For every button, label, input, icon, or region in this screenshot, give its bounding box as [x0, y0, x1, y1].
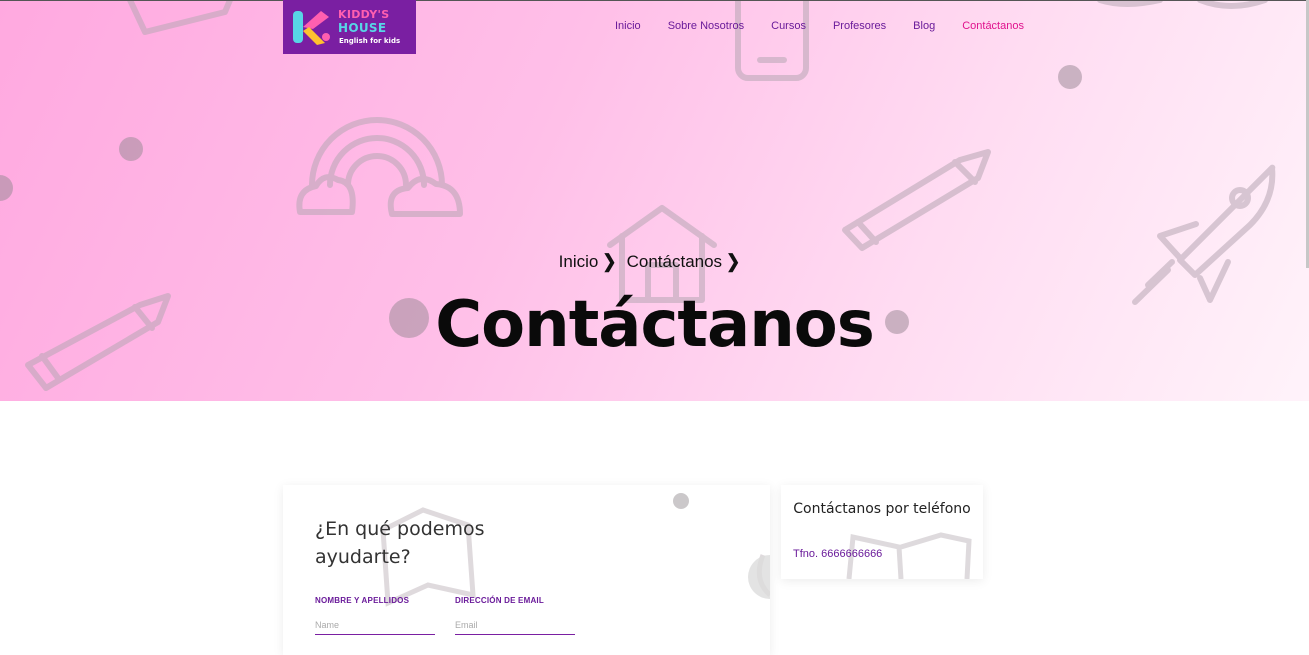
nav-item-sobre-nosotros[interactable]: Sobre Nosotros — [668, 20, 744, 32]
form-heading: ¿En qué podemos ayudarte? — [315, 518, 485, 568]
logo-line-1: KIDDY'S — [338, 8, 390, 21]
email-field-group: DIRECCIÓN DE EMAIL — [455, 596, 575, 635]
top-border — [0, 0, 1309, 1]
page-title: Contáctanos — [435, 288, 875, 362]
nav-item-profesores[interactable]: Profesores — [833, 20, 886, 32]
site-logo[interactable]: KIDDY'S HOUSE English for kids — [283, 0, 416, 54]
breadcrumb-item-inicio[interactable]: Inicio — [559, 252, 599, 271]
phone-card-title: Contáctanos por teléfono — [793, 501, 971, 517]
name-input[interactable] — [315, 618, 435, 635]
nav-item-contactanos[interactable]: Contáctanos — [962, 20, 1024, 32]
chevron-right-icon: ❯ — [602, 251, 617, 272]
phone-contact-card: Contáctanos por teléfono Tfno. 666666666… — [781, 485, 983, 579]
rainbow-icon — [296, 117, 463, 217]
book-icon-top — [127, 0, 233, 35]
main-nav: Inicio Sobre Nosotros Cursos Profesores … — [615, 20, 1024, 32]
breadcrumb-item-contactanos[interactable]: Contáctanos — [627, 252, 722, 271]
pencil-icon-right — [842, 149, 991, 251]
rocket-icon — [1132, 164, 1276, 305]
contact-form-card: ¿En qué podemos ayudarte? NOMBRE Y APELL… — [283, 485, 770, 655]
logo-k-icon — [293, 11, 330, 45]
name-label: NOMBRE Y APELLIDOS — [315, 596, 410, 605]
breadcrumb: Inicio ❯ Contáctanos ❯ — [0, 251, 1309, 272]
email-label: DIRECCIÓN DE EMAIL — [455, 596, 544, 605]
name-field-group: NOMBRE Y APELLIDOS — [315, 596, 435, 635]
nav-item-inicio[interactable]: Inicio — [615, 20, 641, 32]
nav-item-blog[interactable]: Blog — [913, 20, 935, 32]
email-input[interactable] — [455, 618, 575, 635]
logo-tagline: English for kids — [339, 37, 401, 45]
phone-number[interactable]: Tfno. 6666666666 — [793, 548, 882, 560]
hero-banner: KIDDY'S HOUSE English for kids Inicio So… — [0, 0, 1309, 401]
book-icon — [846, 532, 972, 579]
nav-item-cursos[interactable]: Cursos — [771, 20, 806, 32]
phone-icon — [735, 0, 809, 81]
logo-line-2: HOUSE — [338, 21, 387, 35]
chevron-right-icon: ❯ — [726, 251, 741, 272]
